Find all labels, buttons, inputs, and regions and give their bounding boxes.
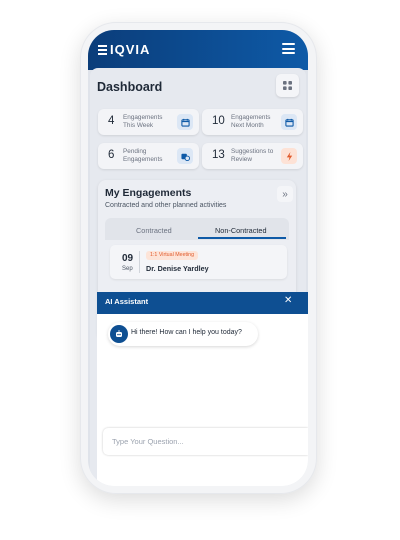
stat-card-suggestions[interactable]: 13 Suggestions to Review bbox=[202, 143, 303, 169]
question-input[interactable] bbox=[103, 428, 308, 455]
engagement-contact-name: Dr. Denise Yardley bbox=[146, 264, 209, 273]
logo-lines-icon bbox=[98, 44, 107, 55]
grid-icon bbox=[283, 81, 292, 90]
active-tab-indicator bbox=[198, 237, 286, 239]
engagements-title: My Engagements bbox=[105, 187, 192, 199]
double-chevron-right-icon: » bbox=[282, 188, 288, 200]
engagements-subtitle: Contracted and other planned activities bbox=[105, 202, 227, 209]
brand-name: IQVIA bbox=[110, 42, 151, 57]
assistant-message-text: Hi there! How can I help you today? bbox=[131, 329, 242, 336]
ai-assistant-title: AI Assistant bbox=[105, 297, 149, 306]
item-divider bbox=[139, 251, 140, 273]
stat-number: 10 bbox=[212, 115, 225, 127]
close-icon[interactable]: ✕ bbox=[284, 295, 292, 306]
expand-engagements-button[interactable]: » bbox=[277, 186, 293, 202]
app-screen: IQVIA Dashboard 4 Engagements This Week … bbox=[88, 30, 308, 486]
stat-card-next-month[interactable]: 10 Engagements Next Month bbox=[202, 109, 303, 135]
stat-label: Suggestions to Review bbox=[231, 148, 274, 163]
stat-number: 4 bbox=[108, 115, 115, 127]
hamburger-menu-icon[interactable] bbox=[282, 43, 295, 54]
stat-label: Engagements This Week bbox=[123, 114, 163, 129]
tab-non-contracted[interactable]: Non-Contracted bbox=[215, 226, 267, 235]
stat-card-pending[interactable]: 6 Pending Engagements bbox=[98, 143, 199, 169]
iqvia-logo: IQVIA bbox=[98, 42, 150, 57]
page-title: Dashboard bbox=[97, 80, 163, 94]
bot-avatar-icon bbox=[110, 325, 128, 343]
calendar-icon bbox=[281, 114, 297, 130]
stat-number: 13 bbox=[212, 149, 225, 161]
engagement-day: 09 bbox=[122, 253, 134, 264]
calendar-icon bbox=[177, 114, 193, 130]
meeting-type-badge: 1:1 Virtual Meeting bbox=[146, 251, 199, 260]
stat-label: Engagements Next Month bbox=[231, 114, 271, 129]
grid-view-button[interactable] bbox=[276, 74, 299, 97]
stat-label: Pending Engagements bbox=[123, 148, 163, 163]
calendar-pending-icon bbox=[177, 148, 193, 164]
tab-contracted[interactable]: Contracted bbox=[136, 226, 172, 235]
stat-card-this-week[interactable]: 4 Engagements This Week bbox=[98, 109, 199, 135]
top-bar: IQVIA bbox=[88, 30, 308, 70]
stat-number: 6 bbox=[108, 149, 115, 161]
engagement-month: Sep bbox=[122, 266, 133, 272]
engagement-list-item[interactable] bbox=[110, 245, 287, 279]
lightning-icon bbox=[281, 148, 297, 164]
